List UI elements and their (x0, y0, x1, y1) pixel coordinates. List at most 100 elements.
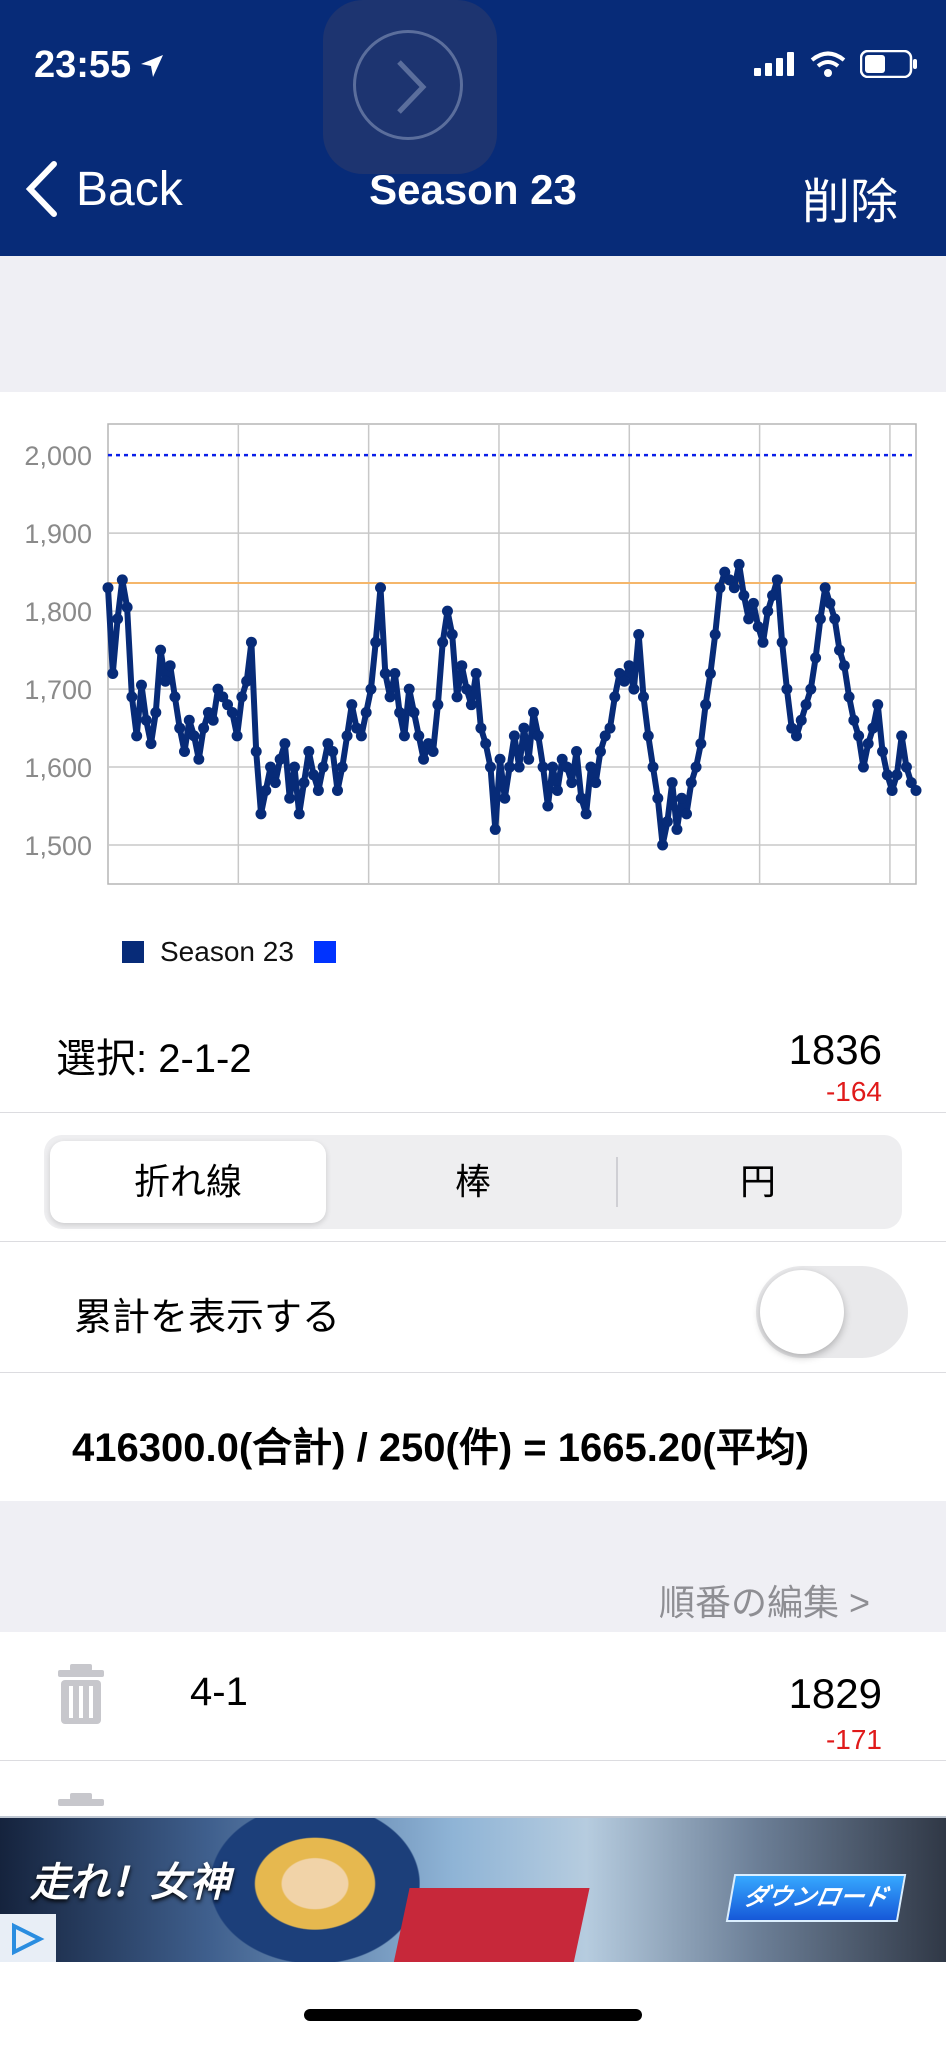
plot-frame (107, 423, 917, 885)
data-point (762, 605, 774, 617)
data-point (116, 574, 128, 586)
data-point (140, 714, 152, 726)
data-point (274, 753, 286, 765)
data-point (709, 629, 721, 641)
data-point (604, 722, 616, 734)
toggle-knob (760, 1270, 844, 1354)
data-point (848, 714, 860, 726)
data-point (867, 722, 879, 734)
edit-order-button[interactable]: 順番の編集 > (659, 1574, 870, 1626)
data-point (661, 816, 673, 828)
data-point (394, 706, 406, 718)
segment-line[interactable]: 折れ線 (50, 1141, 326, 1223)
data-point (504, 761, 516, 773)
selection-diff: -164 (825, 1076, 882, 1107)
data-point (580, 808, 592, 820)
data-point (743, 613, 755, 625)
segment-divider (616, 1157, 618, 1207)
chart-card[interactable]: 1,500 1,600 1,700 1,800 1,900 2,000 Season 23 (0, 392, 946, 988)
data-point (365, 683, 377, 695)
ad-banner[interactable]: 走れ！女神 ダウンロード (0, 1816, 946, 1964)
data-point (499, 792, 511, 804)
list-item[interactable]: 4-1 1829 -171 (0, 1632, 946, 1761)
data-point (346, 699, 358, 711)
data-point (288, 761, 300, 773)
data-point (671, 823, 683, 835)
data-point (891, 769, 903, 781)
data-point (767, 590, 779, 602)
data-point (231, 730, 243, 742)
data-point (375, 582, 387, 594)
segment-bar[interactable]: 棒 (335, 1141, 611, 1223)
data-point (308, 769, 320, 781)
ad-title: 走れ！女神 (30, 1861, 230, 1905)
data-point (781, 683, 793, 695)
data-point (877, 745, 889, 757)
data-point (260, 784, 272, 796)
ad-choices-icon[interactable] (0, 1914, 56, 1964)
data-point (494, 753, 506, 765)
legend-swatch-reference (313, 941, 336, 963)
data-point (513, 761, 525, 773)
data-point (800, 699, 812, 711)
data-point (790, 730, 802, 742)
data-point (126, 691, 138, 703)
data-point (886, 784, 898, 796)
data-point (508, 730, 520, 742)
data-point (465, 699, 477, 711)
data-point (537, 761, 549, 773)
chart-type-segmented-control[interactable]: 折れ線 棒 円 (44, 1135, 902, 1229)
data-point (250, 745, 262, 757)
data-point (427, 745, 439, 757)
data-point (900, 761, 912, 773)
item-label: 4-1 (190, 1670, 248, 1714)
cumulative-toggle[interactable] (756, 1266, 908, 1358)
item-value: 1829 (788, 1670, 882, 1717)
data-point (728, 582, 740, 594)
y-tick-label: 1,900 (24, 519, 92, 549)
data-point (647, 761, 659, 773)
data-point (872, 699, 884, 711)
chart-type-row: 折れ線 棒 円 (0, 1113, 946, 1242)
data-point (752, 621, 764, 633)
data-point (528, 706, 540, 718)
data-point (805, 683, 817, 695)
line-chart[interactable]: 1,500 1,600 1,700 1,800 1,900 2,000 (0, 392, 946, 932)
data-point (829, 613, 841, 625)
data-point (843, 691, 855, 703)
data-point (714, 582, 726, 594)
data-point (590, 777, 602, 789)
data-point (336, 761, 348, 773)
data-point (121, 601, 133, 613)
data-point (618, 675, 630, 687)
data-point (853, 730, 865, 742)
summary-text: 416300.0(合計) / 250(件) = 1665.20(平均) (72, 1426, 810, 1470)
cumulative-label: 累計を表示する (74, 1297, 341, 1339)
data-point (107, 667, 119, 679)
ad-download-button[interactable]: ダウンロード (725, 1874, 907, 1922)
data-point (159, 675, 171, 687)
data-point (819, 582, 831, 594)
data-point (551, 784, 563, 796)
data-point (810, 652, 822, 664)
data-point (566, 777, 578, 789)
home-indicator (304, 2009, 642, 2021)
data-point (666, 777, 678, 789)
data-point (456, 660, 468, 672)
trash-icon[interactable] (56, 1662, 106, 1726)
summary-row: 416300.0(合計) / 250(件) = 1665.20(平均) (0, 1373, 946, 1501)
y-tick-label: 1,700 (24, 675, 92, 705)
chart-legend: Season 23 (122, 936, 336, 968)
assistive-touch-button[interactable] (323, 0, 497, 174)
data-point (226, 706, 238, 718)
data-point (547, 761, 559, 773)
data-point (265, 761, 277, 773)
data-point (881, 769, 893, 781)
data-point (585, 761, 597, 773)
data-point (628, 683, 640, 695)
segment-pie[interactable]: 円 (620, 1141, 896, 1223)
data-point (681, 808, 693, 820)
delete-button[interactable]: 削除 (802, 162, 898, 232)
data-point (188, 730, 200, 742)
chevron-right-icon (397, 60, 427, 114)
